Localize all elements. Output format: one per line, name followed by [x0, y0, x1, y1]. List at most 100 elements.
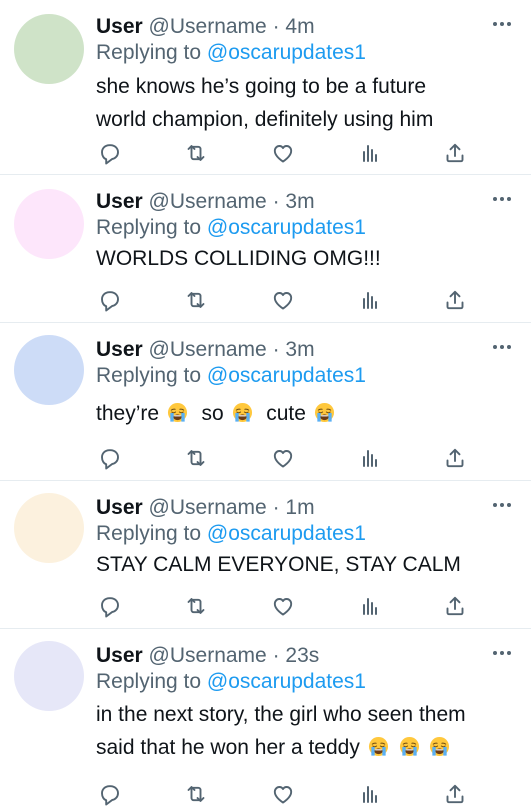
avatar[interactable]: [14, 641, 84, 711]
handle[interactable]: @Username: [149, 15, 267, 38]
more-icon[interactable]: [489, 189, 515, 209]
display-name[interactable]: User: [96, 15, 143, 38]
retweet-button[interactable]: [183, 140, 209, 166]
tweet-text-line: she knows he’s going to be a future: [96, 75, 427, 98]
replying-to: Replying to @oscarupdates1: [96, 669, 366, 695]
action-bar: [96, 445, 476, 471]
avatar[interactable]: [14, 14, 84, 84]
tweet-text-line: world champion, definitely using him: [96, 108, 434, 131]
retweet-button[interactable]: [183, 781, 209, 807]
analytics-button[interactable]: [357, 287, 383, 313]
analytics-icon: [363, 786, 377, 803]
analytics-button[interactable]: [357, 781, 383, 807]
share-icon: [446, 784, 464, 804]
avatar[interactable]: [14, 189, 84, 259]
more-icon[interactable]: [489, 14, 515, 34]
tweet-text-line: in the next story, the girl who seen the…: [96, 703, 466, 726]
tweet-text-line: STAY CALM EVERYONE, STAY CALM: [96, 553, 461, 576]
share-button[interactable]: [442, 593, 468, 619]
replying-prefix: Replying to: [96, 670, 202, 693]
analytics-button[interactable]: [357, 140, 383, 166]
reply-button[interactable]: [96, 593, 122, 619]
timestamp[interactable]: 3m: [285, 190, 314, 213]
handle[interactable]: @Username: [149, 338, 267, 361]
analytics-button[interactable]: [357, 593, 383, 619]
heart-icon: [273, 786, 293, 804]
tweet[interactable]: User @Username · 4m Replying to @oscarup…: [0, 0, 531, 175]
action-bar: [96, 593, 476, 619]
more-icon[interactable]: [489, 495, 515, 515]
timestamp[interactable]: 3m: [285, 338, 314, 361]
share-button[interactable]: [442, 445, 468, 471]
separator: ·: [272, 190, 280, 213]
mention-link[interactable]: @oscarupdates1: [207, 216, 366, 239]
share-button[interactable]: [442, 140, 468, 166]
mention-link[interactable]: @oscarupdates1: [207, 41, 366, 64]
tweet[interactable]: User @Username · 3m Replying to @oscarup…: [0, 175, 531, 323]
retweet-icon: [187, 450, 205, 466]
timestamp[interactable]: 4m: [285, 15, 314, 38]
avatar[interactable]: [14, 493, 84, 563]
analytics-icon: [363, 450, 377, 467]
replying-prefix: Replying to: [96, 364, 202, 387]
separator: ·: [272, 644, 280, 667]
replying-to: Replying to @oscarupdates1: [96, 40, 366, 66]
analytics-icon: [363, 145, 377, 162]
like-button[interactable]: [270, 445, 296, 471]
tweet-text: they’re so cute: [96, 397, 516, 430]
tweet-text: in the next story, the girl who seen the…: [96, 698, 516, 764]
replying-to: Replying to @oscarupdates1: [96, 363, 366, 389]
like-button[interactable]: [270, 593, 296, 619]
handle[interactable]: @Username: [149, 496, 267, 519]
mention-link[interactable]: @oscarupdates1: [207, 670, 366, 693]
reply-button[interactable]: [96, 287, 122, 313]
like-button[interactable]: [270, 287, 296, 313]
mention-link[interactable]: @oscarupdates1: [207, 364, 366, 387]
retweet-button[interactable]: [183, 287, 209, 313]
reply-icon: [101, 597, 119, 618]
share-icon: [446, 448, 464, 468]
separator: ·: [272, 496, 280, 519]
reply-icon: [101, 449, 119, 470]
heart-icon: [273, 598, 293, 616]
loudly-crying-face-emoji: [368, 736, 389, 757]
display-name[interactable]: User: [96, 338, 143, 361]
loudly-crying-face-emoji: [231, 402, 253, 423]
reply-icon: [101, 291, 119, 312]
like-button[interactable]: [270, 781, 296, 807]
tweet[interactable]: User @Username · 23s Replying to @oscaru…: [0, 629, 531, 810]
tweet-text-line: WORLDS COLLIDING OMG!!!: [96, 247, 381, 270]
more-icon[interactable]: [489, 643, 515, 663]
retweet-button[interactable]: [183, 445, 209, 471]
tweet[interactable]: User @Username · 3m Replying to @oscarup…: [0, 323, 531, 481]
reply-button[interactable]: [96, 445, 122, 471]
tweet-text-segment: cute: [266, 402, 306, 425]
share-button[interactable]: [442, 781, 468, 807]
replying-to: Replying to @oscarupdates1: [96, 215, 366, 241]
display-name[interactable]: User: [96, 496, 143, 519]
retweet-button[interactable]: [183, 593, 209, 619]
tweet-text: she knows he’s going to be a future worl…: [96, 70, 516, 136]
reply-button[interactable]: [96, 140, 122, 166]
timestamp[interactable]: 1m: [285, 496, 314, 519]
avatar[interactable]: [14, 335, 84, 405]
reply-icon: [101, 144, 119, 165]
tweet[interactable]: User @Username · 1m Replying to @oscarup…: [0, 481, 531, 629]
display-name[interactable]: User: [96, 190, 143, 213]
tweet-header: User @Username · 4m: [96, 14, 315, 40]
loudly-crying-face-emoji: [429, 736, 450, 757]
reply-button[interactable]: [96, 781, 122, 807]
timestamp[interactable]: 23s: [285, 644, 319, 667]
share-icon: [446, 290, 464, 310]
like-button[interactable]: [270, 140, 296, 166]
analytics-button[interactable]: [357, 445, 383, 471]
retweet-icon: [187, 786, 205, 802]
handle[interactable]: @Username: [149, 644, 267, 667]
mention-link[interactable]: @oscarupdates1: [207, 522, 366, 545]
action-bar: [96, 287, 476, 313]
heart-icon: [273, 292, 293, 310]
handle[interactable]: @Username: [149, 190, 267, 213]
more-icon[interactable]: [489, 337, 515, 357]
display-name[interactable]: User: [96, 644, 143, 667]
share-button[interactable]: [442, 287, 468, 313]
